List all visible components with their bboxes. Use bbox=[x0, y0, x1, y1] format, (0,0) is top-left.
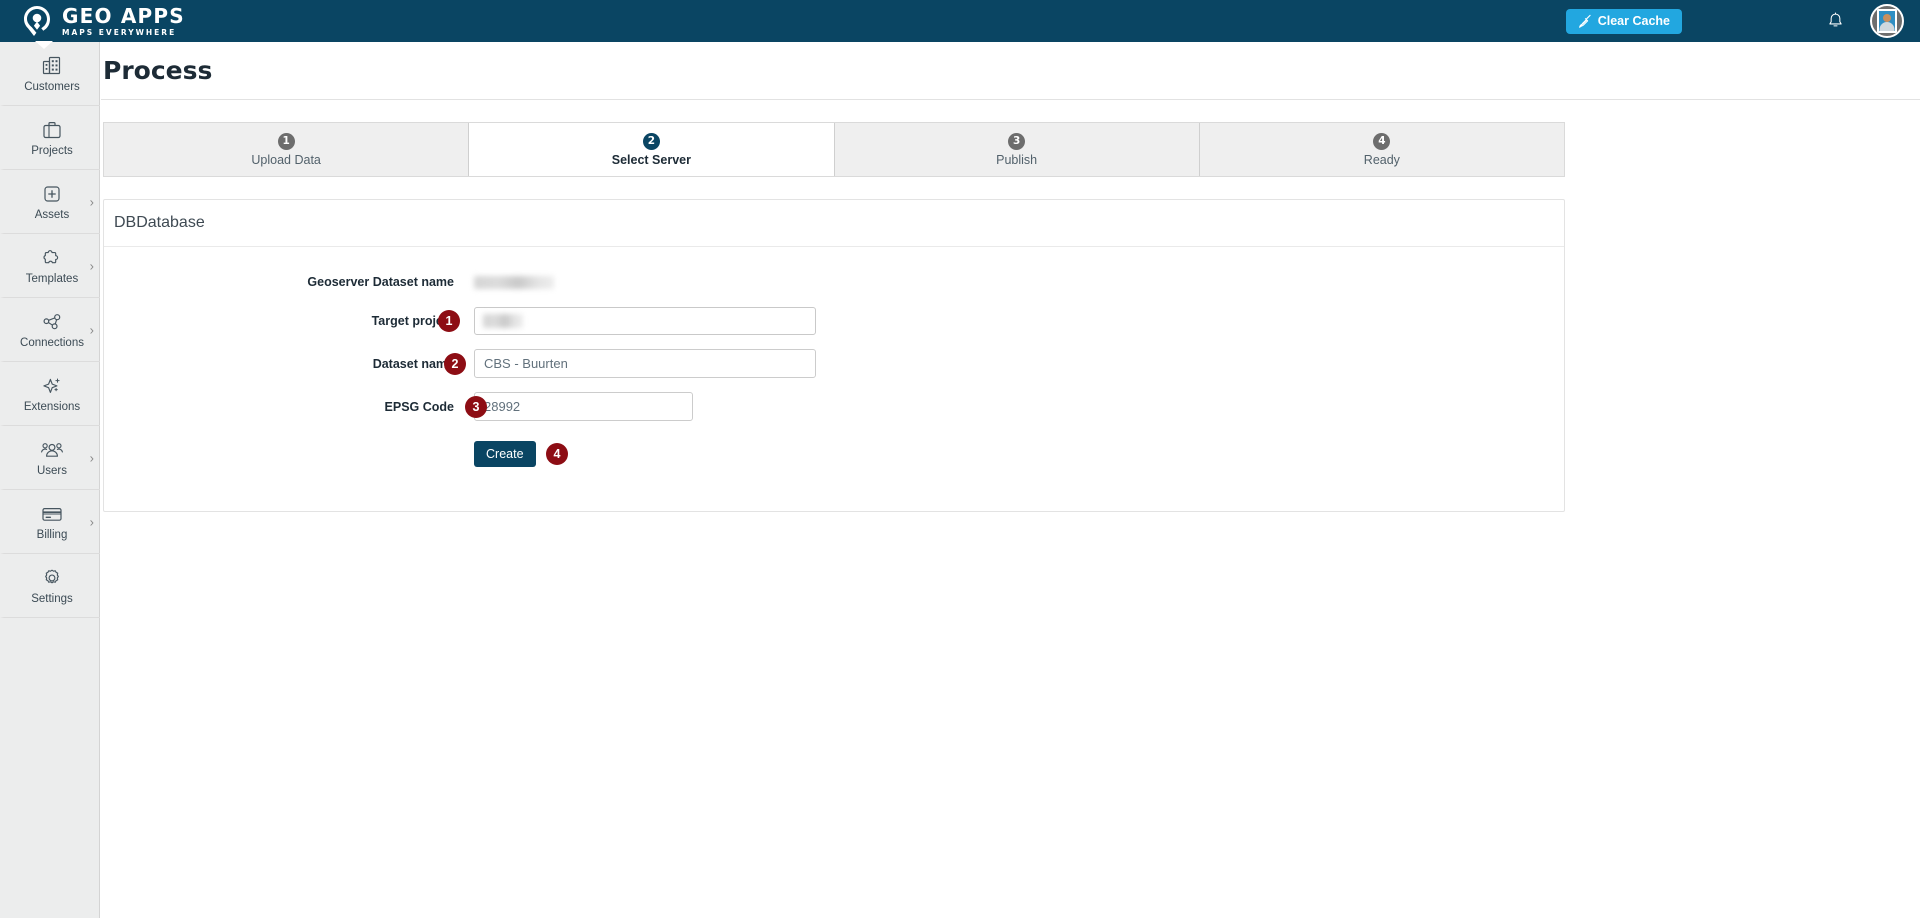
avatar[interactable] bbox=[1870, 4, 1904, 38]
step-label: Publish bbox=[996, 152, 1038, 167]
plus-square-icon bbox=[40, 181, 64, 207]
top-bar: GEO APPS MAPS EVERYWHERE Clear Cache bbox=[0, 0, 1920, 42]
sidebar-item-users[interactable]: Users › bbox=[0, 426, 100, 490]
chevron-right-icon: › bbox=[89, 258, 94, 273]
dataset-name-input[interactable] bbox=[474, 349, 816, 378]
step-number: 3 bbox=[1008, 132, 1026, 150]
avatar-body bbox=[1879, 22, 1895, 31]
epsg-code-label: EPSG Code bbox=[384, 399, 454, 414]
sidebar-item-projects[interactable]: Projects bbox=[0, 106, 100, 170]
card-title: DBDatabase bbox=[114, 214, 205, 231]
form-row-submit: 4 Create bbox=[104, 441, 1564, 467]
form-row-target-project: 1 Target project bbox=[104, 307, 1564, 335]
card-header: DBDatabase bbox=[104, 200, 1564, 247]
sidebar-item-label: Settings bbox=[31, 593, 73, 606]
sidebar-item-settings[interactable]: Settings bbox=[0, 554, 100, 618]
brand-subtitle: MAPS EVERYWHERE bbox=[62, 27, 177, 37]
sidebar-item-label: Templates bbox=[25, 273, 79, 286]
dbdatabase-card: DBDatabase Geoserver Dataset name 1 Targ… bbox=[103, 199, 1565, 512]
brand-logo[interactable]: GEO APPS MAPS EVERYWHERE bbox=[22, 5, 185, 37]
step-badge-4: 4 bbox=[546, 443, 568, 465]
target-project-label: Target project bbox=[371, 314, 454, 328]
sidebar-item-billing[interactable]: Billing › bbox=[0, 490, 100, 554]
geoserver-dataset-name-value bbox=[474, 275, 554, 289]
users-group-icon bbox=[39, 437, 65, 463]
form-row-epsg-code: 3 EPSG Code bbox=[104, 392, 1564, 421]
geoserver-dataset-name-label: Geoserver Dataset name bbox=[307, 275, 454, 289]
briefcase-icon bbox=[40, 117, 64, 143]
page-header: Process bbox=[101, 42, 1920, 100]
sidebar-item-connections[interactable]: Connections › bbox=[0, 298, 100, 362]
brand-title: GEO APPS bbox=[62, 3, 185, 28]
clear-cache-button[interactable]: Clear Cache bbox=[1565, 8, 1682, 34]
target-project-select[interactable] bbox=[474, 307, 816, 335]
step-badge-2: 2 bbox=[444, 352, 466, 375]
step-select-server[interactable]: 2 Select Server bbox=[469, 123, 835, 176]
main-content: Process 1 Upload Data 2 Select Server 3 … bbox=[101, 42, 1920, 918]
avatar-head bbox=[1883, 14, 1891, 22]
epsg-code-input[interactable] bbox=[474, 392, 693, 421]
step-label: Ready bbox=[1363, 152, 1400, 167]
step-badge-3: 3 bbox=[465, 395, 487, 418]
chevron-right-icon: › bbox=[89, 194, 94, 209]
sidebar-item-label: Customers bbox=[24, 81, 80, 94]
map-pin-location-icon bbox=[24, 6, 50, 36]
bell-icon bbox=[1829, 11, 1842, 26]
step-label: Select Server bbox=[611, 152, 691, 167]
sparkle-icon bbox=[40, 373, 64, 399]
sidebar-item-label: Users bbox=[36, 465, 68, 478]
clear-cache-label: Clear Cache bbox=[1597, 14, 1670, 28]
chevron-right-icon: › bbox=[89, 322, 94, 337]
step-publish[interactable]: 3 Publish bbox=[835, 123, 1200, 176]
process-stepper: 1 Upload Data 2 Select Server 3 Publish … bbox=[103, 122, 1565, 177]
step-number: 1 bbox=[277, 132, 295, 150]
step-badge-1: 1 bbox=[438, 310, 460, 332]
sidebar-item-label: Extensions bbox=[23, 401, 81, 414]
page-title: Process bbox=[103, 56, 213, 85]
topbar-actions: Clear Cache bbox=[1565, 4, 1920, 38]
share-nodes-icon bbox=[40, 309, 64, 335]
credit-card-icon bbox=[39, 501, 65, 527]
chevron-right-icon: › bbox=[89, 514, 94, 529]
notifications-button[interactable] bbox=[1827, 11, 1844, 31]
sidebar: Customers Projects Assets › Templates › … bbox=[0, 41, 100, 918]
sidebar-item-label: Assets bbox=[34, 209, 70, 222]
content-area: 1 Upload Data 2 Select Server 3 Publish … bbox=[101, 100, 1920, 512]
step-upload-data[interactable]: 1 Upload Data bbox=[104, 123, 470, 176]
step-ready[interactable]: 4 Ready bbox=[1200, 123, 1564, 176]
dataset-name-label: Dataset name bbox=[372, 356, 454, 371]
sidebar-item-assets[interactable]: Assets › bbox=[0, 170, 100, 234]
user-photo-avatar bbox=[1877, 9, 1897, 33]
buildings-icon bbox=[40, 53, 64, 79]
chevron-right-icon: › bbox=[89, 450, 94, 465]
step-label: Upload Data bbox=[251, 152, 321, 167]
sidebar-item-customers[interactable]: Customers bbox=[0, 42, 100, 106]
step-number: 4 bbox=[1373, 132, 1391, 150]
sidebar-item-extensions[interactable]: Extensions bbox=[0, 362, 100, 426]
gear-icon bbox=[40, 565, 64, 591]
target-project-value bbox=[483, 314, 523, 328]
sidebar-item-label: Projects bbox=[31, 145, 73, 158]
step-number: 2 bbox=[642, 132, 660, 150]
sidebar-item-label: Billing bbox=[36, 529, 68, 542]
form-row-geoserver-dataset-name: Geoserver Dataset name bbox=[104, 275, 1564, 289]
puzzle-icon bbox=[40, 245, 65, 271]
form-row-dataset-name: 2 Dataset name bbox=[104, 349, 1564, 378]
create-button[interactable]: Create bbox=[474, 441, 536, 467]
sidebar-item-templates[interactable]: Templates › bbox=[0, 234, 100, 298]
card-body: Geoserver Dataset name 1 Target project bbox=[104, 247, 1564, 511]
sidebar-item-label: Connections bbox=[20, 337, 84, 350]
broom-icon bbox=[1578, 14, 1591, 28]
